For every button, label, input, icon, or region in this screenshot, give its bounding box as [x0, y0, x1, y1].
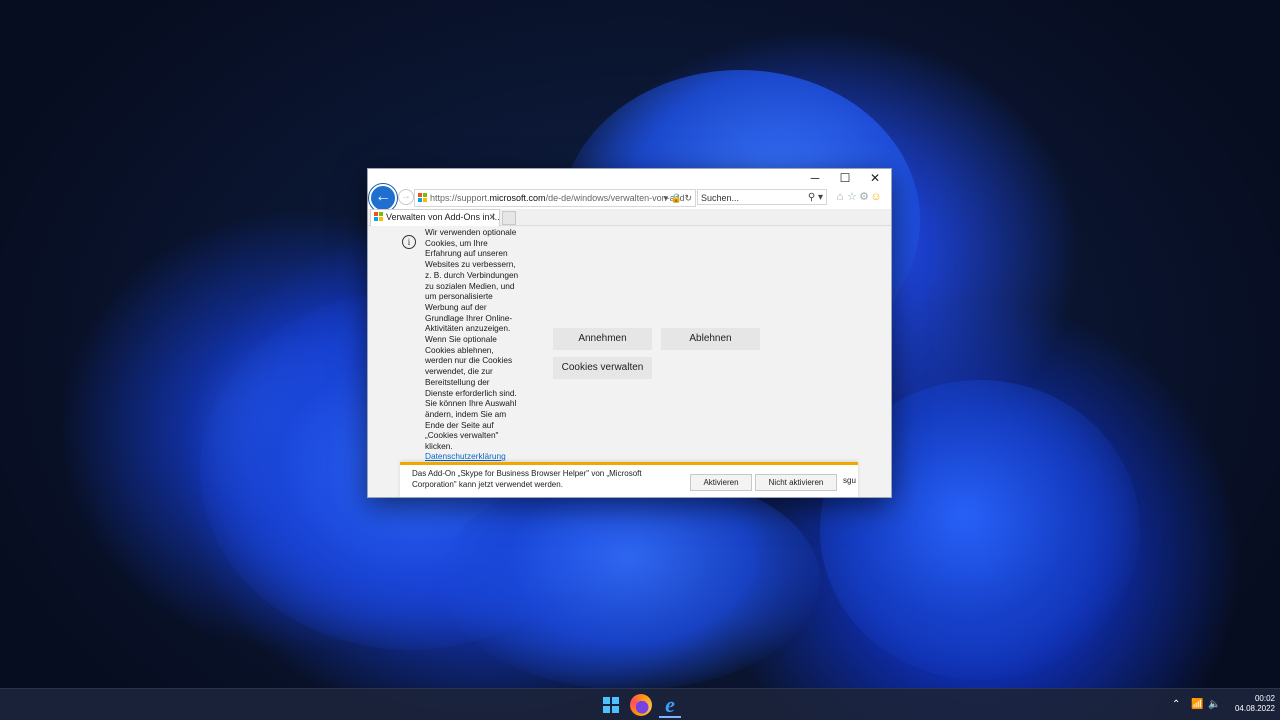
forward-arrow-icon[interactable]: →	[398, 189, 414, 205]
toolbar-icons: ⌂ ☆ ⚙☺	[834, 189, 890, 205]
cookie-text-line: Erfahrung auf unseren	[425, 248, 508, 259]
new-tab-button[interactable]	[502, 211, 516, 225]
cookie-text-line: Wenn Sie optionale	[425, 334, 497, 345]
wifi-icon[interactable]: 📶	[1191, 689, 1203, 720]
clock[interactable]: 00:02 04.08.2022	[1225, 694, 1275, 714]
wallpaper-petal	[440, 470, 820, 690]
accept-cookies-button[interactable]: Annehmen	[553, 328, 652, 350]
cookie-banner-text: Wir verwenden optionale Cookies, um Ihre…	[425, 227, 529, 452]
cookie-text-line: Aktivitäten anzuzeigen.	[425, 323, 511, 334]
cookie-text-line: Grundlage Ihrer Online-	[425, 312, 513, 323]
feedback-smiley-icon[interactable]: ☺	[870, 189, 882, 205]
show-hidden-icons-chevron-icon[interactable]: ⌃	[1172, 689, 1180, 720]
cookie-text-line: zu sozialen Medien, und	[425, 280, 515, 291]
manage-cookies-button[interactable]: Cookies verwalten	[553, 357, 652, 379]
cookie-text-line: z. B. durch Verbindungen	[425, 269, 519, 280]
favorites-star-icon[interactable]: ☆	[846, 189, 858, 205]
close-button[interactable]: ✕	[860, 169, 890, 187]
cookie-text-line: Websites zu verbessern,	[425, 259, 516, 270]
home-icon[interactable]: ⌂	[834, 189, 846, 205]
internet-explorer-window: ─ ☐ ✕ ← → https://support.microsoft.com/…	[367, 168, 892, 498]
cookie-text-line: Cookies, um Ihre	[425, 237, 488, 248]
cookie-text-line: Cookies ablehnen,	[425, 344, 494, 355]
notification-line: Das Add-On „Skype for Business Browser H…	[412, 469, 642, 478]
activate-addon-button[interactable]: Aktivieren	[690, 474, 752, 491]
back-arrow-icon[interactable]: ←	[369, 184, 397, 212]
title-bar: ─ ☐ ✕	[368, 169, 891, 187]
tab-close-icon[interactable]: ✕	[488, 210, 496, 225]
notification-message: Das Add-On „Skype for Business Browser H…	[412, 469, 662, 490]
search-icon[interactable]: ⚲ ▾	[808, 190, 823, 206]
cookie-text-line: Werbung auf der	[425, 301, 487, 312]
lock-icon[interactable]: 🔒	[671, 193, 682, 203]
refresh-icon[interactable]: ↻	[684, 193, 692, 203]
tab-active[interactable]: Verwalten von Add-Ons in I... ✕	[370, 209, 500, 226]
cookie-text-line: um personalisierte	[425, 291, 493, 302]
navigation-bar: ← → https://support.microsoft.com/de-de/…	[368, 184, 891, 212]
address-bar-icons: ▾ 🔒 ↻	[664, 190, 692, 206]
cookie-text-line: ändern, indem Sie am	[425, 408, 507, 419]
internet-explorer-icon[interactable]: e	[659, 694, 681, 718]
reject-cookies-button[interactable]: Ablehnen	[661, 328, 760, 350]
maximize-button[interactable]: ☐	[830, 169, 860, 187]
cookie-text-line: Ende der Seite auf	[425, 419, 494, 430]
cookie-text-line: Sie können Ihre Auswahl	[425, 398, 517, 409]
search-placeholder: Suchen...	[701, 193, 740, 203]
volume-icon[interactable]: 🔈	[1208, 689, 1220, 720]
minimize-button[interactable]: ─	[800, 169, 830, 187]
cookie-text-line: Dienste erforderlich sind.	[425, 387, 517, 398]
cookie-text-line: werden nur die Cookies	[425, 355, 513, 366]
firefox-icon[interactable]	[630, 694, 652, 716]
clock-date: 04.08.2022	[1234, 704, 1275, 713]
do-not-activate-button[interactable]: Nicht aktivieren	[755, 474, 837, 491]
addon-notification-bar: Das Add-On „Skype for Business Browser H…	[400, 462, 858, 497]
notification-more-text: sgu	[843, 476, 856, 485]
tab-strip: Verwalten von Add-Ons in I... ✕	[368, 209, 891, 226]
page-content: i Wir verwenden optionale Cookies, um Ih…	[368, 226, 891, 497]
address-bar[interactable]: https://support.microsoft.com/de-de/wind…	[414, 189, 696, 207]
microsoft-logo-icon	[418, 193, 427, 202]
cookie-text-line: Bereitstellung der	[425, 376, 490, 387]
cookie-text-line: verwendet, die zur	[425, 366, 493, 377]
dropdown-arrow-icon[interactable]: ▾	[664, 193, 669, 203]
url-domain: microsoft.com	[489, 193, 546, 203]
url-prefix: https://support.	[430, 193, 490, 203]
cookie-text-line: „Cookies verwalten"	[425, 430, 499, 441]
start-windows-icon[interactable]	[600, 694, 622, 716]
settings-gear-icon[interactable]: ⚙	[858, 189, 870, 205]
cookie-text-line: Wir verwenden optionale	[425, 227, 517, 237]
info-icon: i	[402, 235, 416, 249]
tab-favicon-icon	[374, 212, 383, 221]
taskbar: e ⌃ 📶 🔈 00:02 04.08.2022	[0, 688, 1280, 720]
privacy-statement-link[interactable]: Datenschutzerklärung	[425, 451, 506, 461]
notification-line: Corporation" kann jetzt verwendet werden…	[412, 479, 563, 489]
clock-time: 00:02	[1254, 694, 1275, 703]
search-input[interactable]: Suchen... ⚲ ▾	[697, 189, 827, 205]
tab-title: Verwalten von Add-Ons in I...	[386, 212, 500, 222]
